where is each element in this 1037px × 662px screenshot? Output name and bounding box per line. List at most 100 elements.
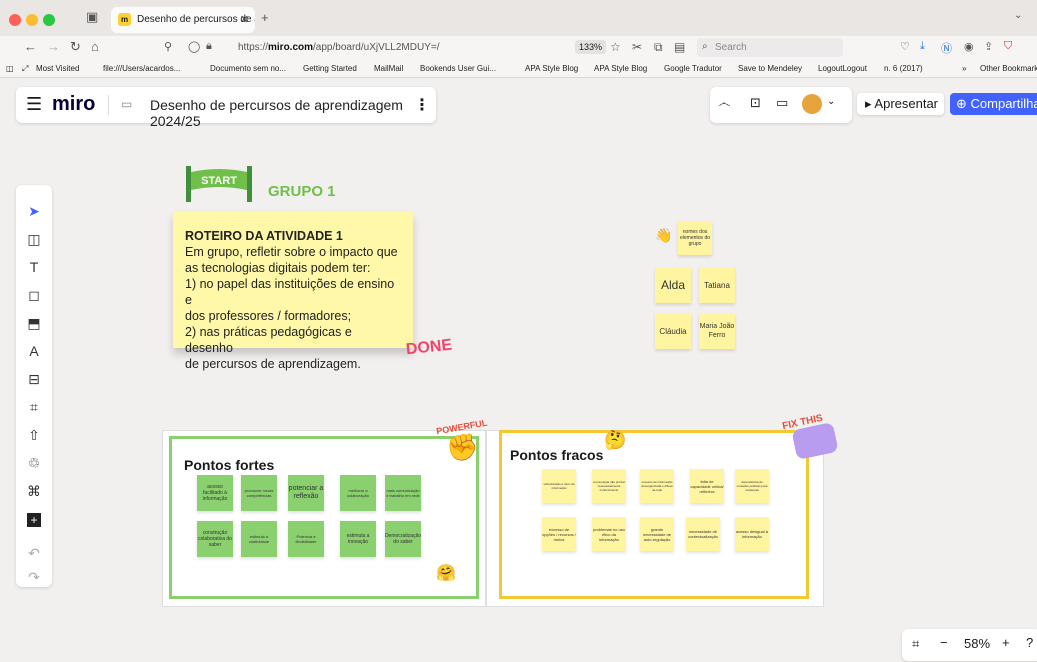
bookmarks-overflow-icon[interactable]: »	[962, 64, 966, 73]
search-input[interactable]: Search	[697, 38, 843, 57]
member-note[interactable]: Tatiana	[699, 267, 735, 303]
scissors-icon[interactable]: ✂	[632, 40, 642, 54]
bookmark-apa-2[interactable]: APA Style Blog	[594, 64, 647, 73]
zoom-out-button[interactable]: −	[940, 635, 948, 650]
minimize-window-button[interactable]	[26, 14, 38, 26]
frame-tool-icon[interactable]: ⌗	[16, 395, 52, 419]
bookmark-file[interactable]: file:///Users/acardos...	[103, 64, 180, 73]
redo-icon[interactable]: ↷	[16, 565, 52, 589]
zoom-level[interactable]: 58%	[964, 636, 990, 651]
sticky-note-icon[interactable]: ◻	[16, 283, 52, 307]
strength-note[interactable]: Democratização do saber	[385, 521, 421, 557]
bookmark-google-tradutor[interactable]: Google Tradutor	[664, 64, 722, 73]
upload-icon[interactable]: ⇧	[16, 423, 52, 447]
weakness-note[interactable]: acesso desigual à informação	[735, 517, 769, 551]
weakness-note[interactable]: a tecnologia não produz necessariamente …	[592, 469, 626, 503]
comment-tool-icon[interactable]: ⊟	[16, 367, 52, 391]
member-note[interactable]: Alda	[655, 267, 691, 303]
strength-note[interactable]: promover novas competências	[241, 475, 277, 511]
ublock-icon[interactable]: ⛉	[1004, 40, 1012, 53]
close-tab-icon[interactable]: ✕	[240, 13, 249, 26]
pocket-icon[interactable]: ♡	[900, 40, 910, 53]
strength-note[interactable]: mais comunicação e trabalho em rede	[385, 475, 421, 511]
text-tool-icon[interactable]: T	[16, 255, 52, 279]
forward-button[interactable]: →	[47, 39, 60, 54]
zoom-in-button[interactable]: +	[1002, 635, 1010, 650]
weakness-note[interactable]: falta de capacidade crítica/ reflexiva	[690, 469, 724, 503]
bookmark-other[interactable]: Other Bookmarks	[980, 64, 1037, 73]
pen-icon[interactable]: Α	[16, 339, 52, 363]
tab-list-chevron-icon[interactable]: ⌄	[1014, 10, 1022, 21]
weakness-note[interactable]: excesso de opções / recursos / meios	[542, 517, 576, 551]
bookmark-n6[interactable]: n. 6 (2017)	[884, 64, 923, 73]
hug-emoji-icon[interactable]: 🤗	[436, 563, 456, 583]
activity-instructions-note[interactable]: ROTEIRO DA ATIVIDADE 1 Em grupo, refleti…	[173, 212, 413, 371]
expand-icon[interactable]: ⤢	[22, 64, 28, 74]
shield-icon[interactable]: ◯	[188, 40, 200, 53]
miro-logo[interactable]: miro	[52, 93, 95, 116]
templates-icon[interactable]: ◫	[16, 227, 52, 251]
bookmark-most-visited[interactable]: Most Visited	[36, 64, 79, 73]
done-sticker[interactable]: DONE	[405, 337, 453, 360]
bookmark-getting-started[interactable]: Getting Started	[303, 64, 357, 73]
hi-sticker-icon[interactable]: 👋	[655, 227, 672, 244]
comments-icon[interactable]: ⊡	[750, 95, 761, 111]
miro-board-canvas[interactable]: ☰ miro ▭ Desenho de percursos de aprendi…	[0, 79, 1037, 662]
weakness-note[interactable]: problemas no uso ético da informação	[592, 517, 626, 551]
members-header-note[interactable]: nomes dos elementos do grupo	[678, 221, 712, 255]
sidebar-toggle-icon[interactable]: ◫	[6, 64, 14, 73]
strength-note[interactable]: melhorar a colaboração	[340, 475, 376, 511]
weakness-note[interactable]: excesso de informação desorganizada e di…	[640, 469, 674, 503]
extension-icon[interactable]: ⚲	[164, 40, 172, 53]
bookmark-apa-1[interactable]: APA Style Blog	[525, 64, 578, 73]
bookmark-documento[interactable]: Documento sem no...	[210, 64, 286, 73]
strength-note[interactable]: estimula a criatividade	[241, 521, 277, 557]
more-tools-icon[interactable]: +	[16, 507, 52, 531]
zoom-indicator[interactable]: 133%	[575, 40, 607, 54]
save-icon[interactable]: ▤	[674, 40, 685, 54]
bookmark-logout[interactable]: LogoutLogout	[818, 64, 867, 73]
strength-note[interactable]: Potencia a flexibilidade	[288, 521, 324, 557]
browser-tab[interactable]: m Desenho de percursos de apren ✕	[111, 7, 255, 33]
pontos-fortes-board[interactable]: Pontos fortes	[169, 436, 479, 599]
reload-button[interactable]: ↻	[70, 39, 81, 55]
bookmark-bookends[interactable]: Bookends User Gui...	[420, 64, 496, 73]
present-button[interactable]: ▸ Apresentar	[857, 93, 944, 115]
strength-note[interactable]: estimula a inovação	[340, 521, 376, 557]
ai-tools-icon[interactable]: ⌘	[16, 479, 52, 503]
copy-icon[interactable]: ⧉	[654, 40, 663, 55]
bookmark-mendeley[interactable]: Save to Mendeley	[738, 64, 802, 73]
share-page-icon[interactable]: ⇪	[984, 40, 993, 53]
share-button[interactable]: ⊕ Compartilhar	[950, 93, 1037, 115]
account-icon[interactable]: ◉	[964, 40, 974, 53]
lock-icon[interactable]: 🔒︎	[206, 40, 212, 53]
undo-icon[interactable]: ↶	[16, 541, 52, 565]
strength-note[interactable]: acesso facilitado à informação	[197, 475, 233, 511]
board-options-icon[interactable]: ⋮	[414, 95, 430, 115]
download-icon[interactable]: ⤓	[920, 40, 925, 53]
pontos-fracos-board[interactable]: Pontos fracos	[499, 430, 809, 599]
thinking-emoji-icon[interactable]: 🤔	[604, 430, 626, 451]
mind-map-icon[interactable]: ♲	[16, 451, 52, 475]
weakness-note[interactable]: necessidade de contextualização	[686, 517, 720, 551]
video-call-icon[interactable]: ▭	[776, 95, 788, 111]
member-note[interactable]: Maria João Ferro	[699, 313, 735, 349]
maximize-window-button[interactable]	[43, 14, 55, 26]
bookmark-star-icon[interactable]: ☆	[610, 40, 621, 54]
home-button[interactable]: ⌂	[91, 39, 99, 54]
start-banner-sticker[interactable]: START	[186, 164, 252, 202]
new-tab-button[interactable]: +	[261, 10, 269, 25]
weakness-note[interactable]: grande necessidade de auto-regulação	[640, 517, 674, 551]
bookmark-mailmail[interactable]: MailMail	[374, 64, 403, 73]
weakness-note[interactable]: dependência de vontades políticas para m…	[735, 469, 769, 503]
avatar[interactable]	[802, 94, 822, 114]
menu-icon[interactable]: ☰	[26, 94, 42, 115]
weakness-note[interactable]: sobrelotação e risco da informação	[542, 469, 576, 503]
select-tool-icon[interactable]: ➤	[16, 199, 52, 223]
shapes-icon[interactable]: ⬒	[16, 311, 52, 335]
fist-sticker-icon[interactable]: ✊	[446, 432, 478, 463]
close-window-button[interactable]	[9, 14, 21, 26]
member-note[interactable]: Cláudia	[655, 313, 691, 349]
strength-note[interactable]: construção colaborativa do saber	[197, 521, 233, 557]
strength-note[interactable]: potenciar a reflexão	[288, 475, 324, 511]
